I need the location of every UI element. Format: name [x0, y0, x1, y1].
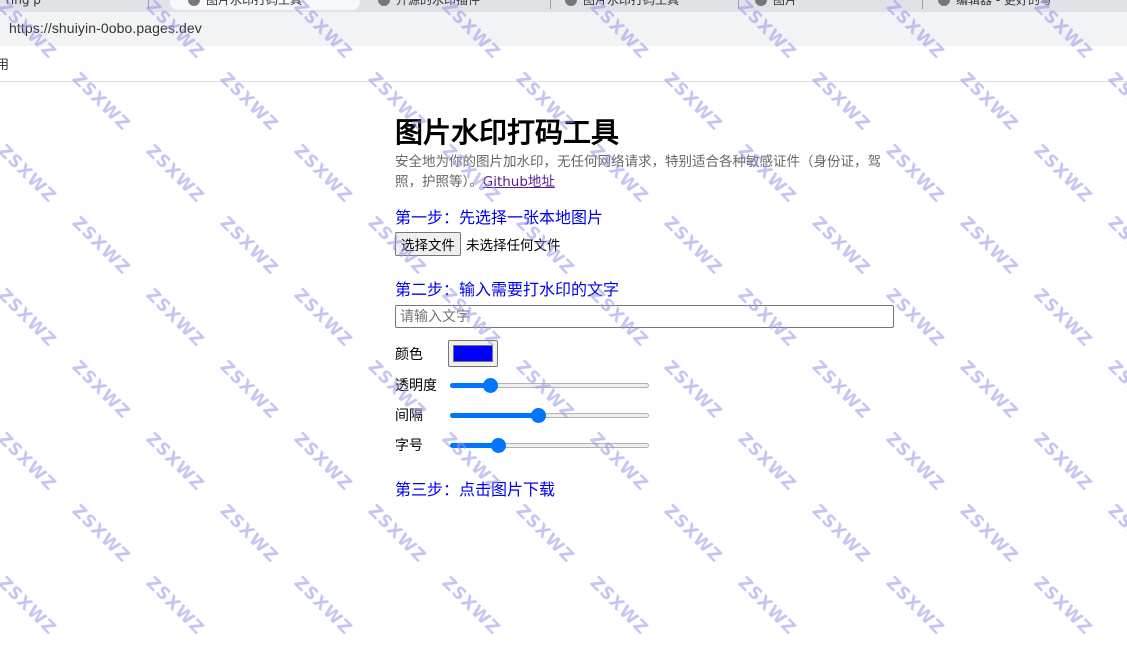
watermark-text: ZSXWZ [0, 428, 61, 496]
globe-icon [188, 0, 200, 6]
tab-2-label: 图片水印打码工具 [206, 0, 303, 7]
url-text[interactable]: https://shuiyin-0obo.pages.dev [9, 20, 202, 36]
bookmarks-bar: 用 [0, 46, 1127, 82]
github-link[interactable]: Github地址 [483, 174, 555, 190]
tab-strip: ring p 图片水印打码工具 开源的水印插件 图片水印打码工具 图片 编辑器 … [0, 0, 1127, 12]
file-picker: 选择文件 未选择任何文件 [395, 232, 561, 256]
spacing-slider[interactable] [450, 408, 649, 423]
watermark-text: ZSXWZ [67, 500, 135, 568]
tab-separator [738, 0, 739, 9]
color-swatch [453, 345, 493, 362]
watermark-text: ZSXWZ [1029, 572, 1097, 640]
file-status: 未选择任何文件 [466, 238, 561, 254]
watermark-text: ZSXWZ [807, 500, 875, 568]
watermark-text: ZSXWZ [1029, 140, 1097, 208]
tab-4[interactable]: 图片水印打码工具 [565, 0, 730, 10]
tab-6[interactable]: 编辑器 - 更好的写 [938, 0, 1108, 10]
page-title: 图片水印打码工具 [395, 116, 620, 149]
slider-thumb[interactable] [490, 438, 506, 453]
bookmark-item[interactable]: 用 [0, 54, 9, 73]
watermark-text: ZSXWZ [807, 212, 875, 280]
watermark-text: ZSXWZ [289, 428, 357, 496]
watermark-text: ZSXWZ [141, 284, 209, 352]
site-icon [755, 0, 767, 6]
globe-icon [565, 0, 577, 6]
color-control: 颜色 [395, 340, 498, 367]
watermark-text: ZSXWZ [807, 356, 875, 424]
watermark-text: ZSXWZ [0, 572, 61, 640]
color-picker[interactable] [448, 340, 498, 367]
watermark-text: ZSXWZ [955, 500, 1023, 568]
slider-fill [450, 413, 539, 418]
tab-5[interactable]: 图片 [755, 0, 915, 10]
tab-separator [922, 0, 923, 9]
tab-separator [550, 0, 551, 9]
watermark-text: ZSXWZ [437, 572, 505, 640]
watermark-text: ZSXWZ [141, 140, 209, 208]
watermark-text: ZSXWZ [0, 140, 61, 208]
watermark-text: ZSXWZ [1029, 428, 1097, 496]
watermark-text: ZSXWZ [1029, 284, 1097, 352]
opacity-label: 透明度 [395, 378, 437, 394]
watermark-text-input[interactable] [395, 305, 894, 328]
spacing-label: 间隔 [395, 408, 423, 424]
site-icon [938, 0, 950, 6]
watermark-text: ZSXWZ [955, 212, 1023, 280]
tab-1[interactable]: ring p [6, 0, 156, 10]
watermark-text: ZSXWZ [659, 212, 727, 280]
opacity-control: 透明度 [395, 375, 649, 395]
watermark-text: ZSXWZ [659, 356, 727, 424]
watermark-text: ZSXWZ [881, 428, 949, 496]
watermark-text: ZSXWZ [67, 356, 135, 424]
description-text: 安全地为你的图片加水印，无任何网络请求，特别适合各种敏感证件（身份证，驾照，护照… [395, 154, 881, 190]
tab-3[interactable]: 开源的水印插件 [378, 0, 543, 10]
step3-heading: 第三步：点击图片下载 [395, 480, 556, 499]
watermark-text: ZSXWZ [0, 284, 61, 352]
watermark-text: ZSXWZ [1103, 212, 1127, 280]
watermark-text: ZSXWZ [585, 572, 653, 640]
watermark-text: ZSXWZ [363, 500, 431, 568]
tab-1-label: ring p [6, 0, 41, 7]
watermark-text: ZSXWZ [955, 356, 1023, 424]
watermark-text: ZSXWZ [215, 212, 283, 280]
slider-thumb[interactable] [483, 378, 499, 393]
tab-3-label: 开源的水印插件 [396, 0, 481, 7]
watermark-text: ZSXWZ [141, 428, 209, 496]
tab-2[interactable]: 图片水印打码工具 [170, 0, 360, 10]
watermark-text: ZSXWZ [733, 428, 801, 496]
fontsize-label: 字号 [395, 438, 423, 454]
choose-file-button[interactable]: 选择文件 [395, 232, 461, 256]
tab-4-label: 图片水印打码工具 [583, 0, 680, 7]
fontsize-slider[interactable] [450, 438, 649, 453]
spacing-control: 间隔 [395, 405, 649, 425]
slider-thumb[interactable] [531, 408, 547, 423]
watermark-text: ZSXWZ [289, 572, 357, 640]
fontsize-control: 字号 [395, 435, 649, 455]
tab-separator [148, 0, 149, 9]
opacity-slider[interactable] [450, 378, 649, 393]
watermark-text: ZSXWZ [511, 500, 579, 568]
page-description: 安全地为你的图片加水印，无任何网络请求，特别适合各种敏感证件（身份证，驾照，护照… [395, 152, 890, 192]
watermark-text: ZSXWZ [289, 140, 357, 208]
main-content: 图片水印打码工具 安全地为你的图片加水印，无任何网络请求，特别适合各种敏感证件（… [395, 110, 895, 499]
watermark-text: ZSXWZ [881, 572, 949, 640]
watermark-text: ZSXWZ [141, 572, 209, 640]
step1-heading: 第一步：先选择一张本地图片 [395, 208, 604, 227]
watermark-text: ZSXWZ [1103, 500, 1127, 568]
address-bar[interactable]: https://shuiyin-0obo.pages.dev [0, 12, 1127, 46]
watermark-text: ZSXWZ [733, 572, 801, 640]
watermark-text: ZSXWZ [215, 500, 283, 568]
color-label: 颜色 [395, 346, 423, 363]
tab-6-label: 编辑器 - 更好的写 [956, 0, 1052, 7]
watermark-text: ZSXWZ [659, 500, 727, 568]
watermark-text: ZSXWZ [67, 212, 135, 280]
watermark-overlay: ZSXWZ ZSXWZ ZSXWZ ZSXWZ ZSXWZ ZSXWZ ZSXWZ ZSXWZ… [0, 0, 1127, 665]
watermark-text: ZSXWZ [289, 284, 357, 352]
watermark-text: ZSXWZ [215, 356, 283, 424]
site-icon [378, 0, 390, 6]
step2-heading: 第二步：输入需要打水印的文字 [395, 280, 620, 299]
tab-5-label: 图片 [773, 0, 798, 7]
watermark-text: ZSXWZ [1103, 356, 1127, 424]
